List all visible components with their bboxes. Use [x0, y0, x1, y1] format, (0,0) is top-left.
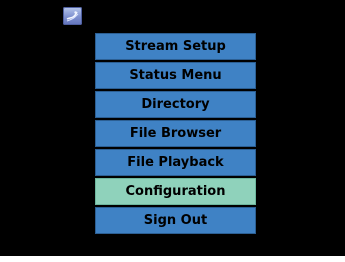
menu-item-label: Configuration: [125, 184, 226, 199]
menu-item-directory[interactable]: Directory: [95, 91, 256, 118]
menu-item-label: Sign Out: [143, 213, 208, 228]
menu-item-file-browser[interactable]: File Browser: [95, 120, 256, 147]
menu-item-stream-setup[interactable]: Stream Setup: [95, 33, 256, 60]
menu-item-label: Directory: [141, 97, 210, 112]
app-badge-icon: [63, 7, 82, 25]
menu-item-label: File Browser: [129, 126, 222, 141]
menu-item-label: File Playback: [127, 155, 224, 170]
menu-item-label: Status Menu: [129, 68, 222, 83]
menu-item-sign-out[interactable]: Sign Out: [95, 207, 256, 234]
screen: Stream Setup Status Menu Directory File …: [0, 0, 345, 256]
menu-item-label: Stream Setup: [125, 39, 226, 54]
menu-item-configuration[interactable]: Configuration: [95, 178, 256, 205]
menu-item-file-playback[interactable]: File Playback: [95, 149, 256, 176]
menu-item-status-menu[interactable]: Status Menu: [95, 62, 256, 89]
main-menu: Stream Setup Status Menu Directory File …: [95, 33, 256, 234]
